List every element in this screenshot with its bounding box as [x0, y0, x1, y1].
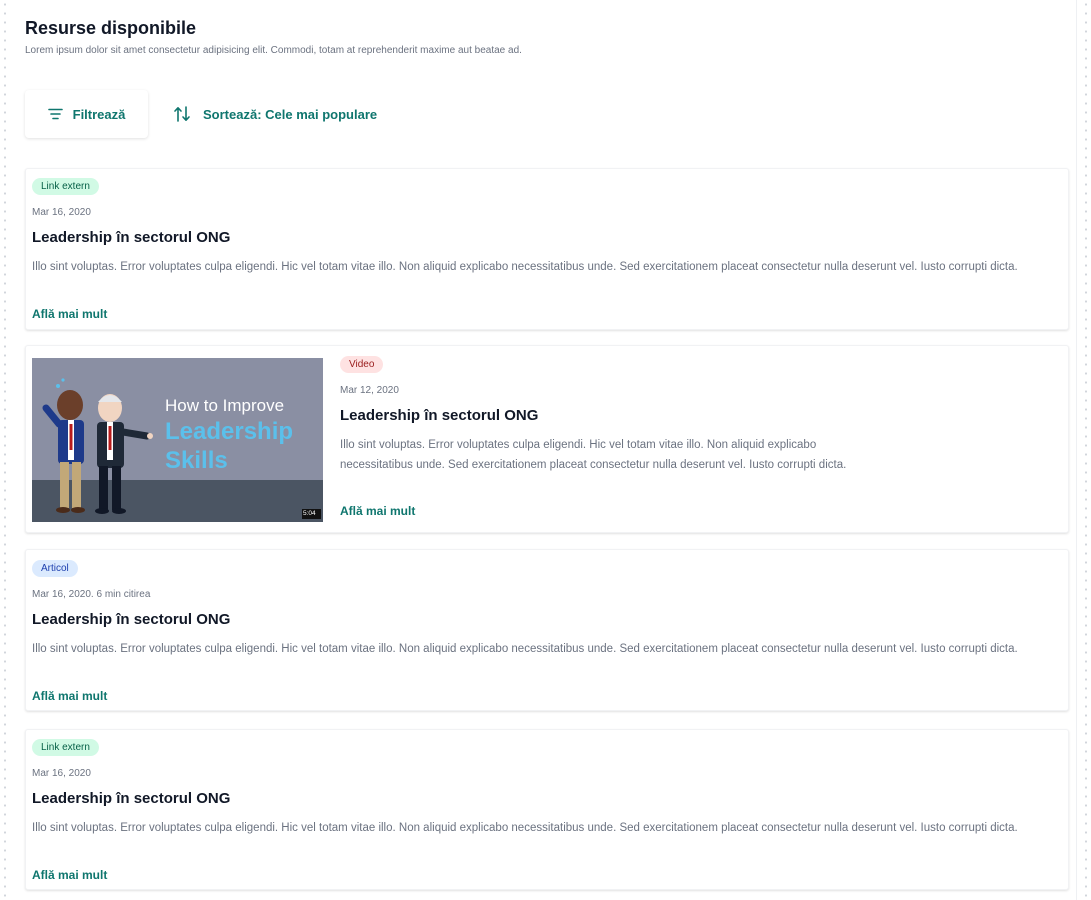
- learn-more-link[interactable]: Află mai mult: [32, 307, 107, 321]
- resource-card-video: How to Improve Leadership Skills 5:04 Vi…: [25, 345, 1069, 533]
- resource-date: Mar 16, 2020: [32, 768, 91, 779]
- dotted-border-left: [2, 0, 8, 900]
- resource-description: Illo sint voluptas. Error voluptates cul…: [340, 439, 847, 471]
- type-badge: Video: [340, 356, 384, 373]
- thumbnail-caption-line3: Skills: [165, 447, 228, 474]
- thumbnail-caption-line2: Leadership: [165, 418, 294, 445]
- type-badge: Link extern: [32, 739, 99, 756]
- resource-title: Leadership în sectorul ONG: [32, 611, 231, 628]
- resource-card: Link extern Mar 16, 2020 Leadership în s…: [25, 168, 1069, 330]
- type-badge: Link extern: [32, 178, 99, 195]
- page-subtitle: Lorem ipsum dolor sit amet consectetur a…: [25, 45, 522, 56]
- type-badge: Articol: [32, 560, 78, 577]
- resource-date: Mar 12, 2020: [340, 385, 399, 396]
- resource-description: Illo sint voluptas. Error voluptates cul…: [32, 643, 1018, 655]
- thumbnail-caption-line1: How to Improve: [165, 396, 285, 415]
- resource-date: Mar 16, 2020: [32, 207, 91, 218]
- filter-button[interactable]: Filtrează: [25, 90, 148, 138]
- resource-title: Leadership în sectorul ONG: [32, 790, 231, 807]
- learn-more-link[interactable]: Află mai mult: [32, 689, 107, 703]
- resource-title: Leadership în sectorul ONG: [32, 229, 231, 246]
- video-duration: 5:04: [303, 510, 316, 517]
- video-thumbnail[interactable]: How to Improve Leadership Skills 5:04: [32, 358, 323, 522]
- filter-lines-icon: [47, 108, 63, 120]
- page-title: Resurse disponibile: [25, 18, 197, 38]
- resource-description: Illo sint voluptas. Error voluptates cul…: [32, 822, 1018, 834]
- learn-more-link[interactable]: Află mai mult: [340, 504, 415, 518]
- resource-card: Link extern Mar 16, 2020 Leadership în s…: [25, 729, 1069, 890]
- resource-card: Articol Mar 16, 2020. 6 min citirea Lead…: [25, 549, 1069, 711]
- filter-label: Filtrează: [72, 106, 126, 122]
- resource-title: Leadership în sectorul ONG: [340, 407, 539, 424]
- resource-description: Illo sint voluptas. Error voluptates cul…: [32, 261, 1018, 273]
- resource-date: Mar 16, 2020. 6 min citirea: [32, 589, 151, 600]
- toolbar: Filtrează Sortează: Cele mai populare: [25, 90, 377, 138]
- dotted-border-right: [1083, 0, 1089, 900]
- learn-more-link[interactable]: Află mai mult: [32, 868, 107, 882]
- sort-label: Sortează: Cele mai populare: [203, 106, 378, 122]
- sort-arrows-icon: [173, 106, 191, 122]
- sort-button[interactable]: Sortează: Cele mai populare: [173, 106, 377, 122]
